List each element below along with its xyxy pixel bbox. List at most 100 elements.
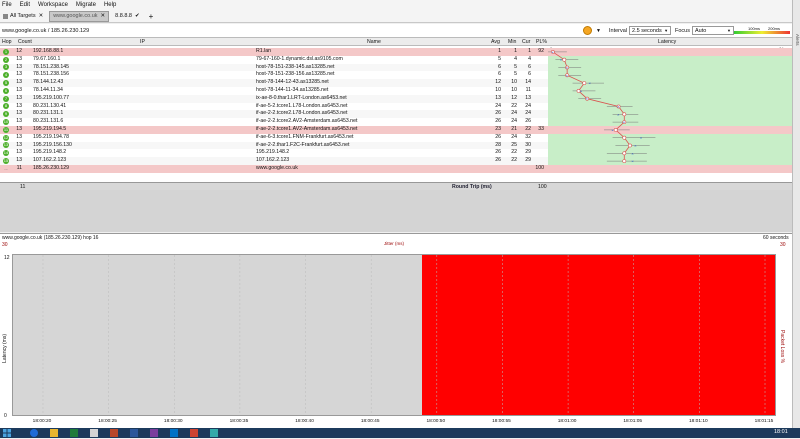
hop-ip: 195.219.156.130 xyxy=(33,141,72,148)
hop-count: 11 xyxy=(16,165,22,171)
col-name[interactable]: Name xyxy=(367,38,381,46)
alerts-sidebar[interactable]: Alerts xyxy=(792,0,800,428)
hop-count: 13 xyxy=(16,94,22,101)
hop-min: 21 xyxy=(511,126,517,132)
interval-select[interactable]: 2.5 seconds ▼ xyxy=(629,26,672,35)
col-avg[interactable]: Avg xyxy=(491,38,500,46)
onenote-icon[interactable] xyxy=(150,429,158,437)
hop-ip: 185.26.230.129 xyxy=(33,165,70,171)
col-latency[interactable]: Latency xyxy=(658,38,676,46)
tab-target-host-label: www.google.co.uk xyxy=(53,13,98,19)
hop-name: R1.lan xyxy=(256,48,271,54)
hop-min: 4 xyxy=(514,55,517,62)
table-row[interactable]: 6 13 78.144.11.34 host-78-144-11-34.as13285… xyxy=(0,87,548,95)
col-ip[interactable]: IP xyxy=(140,38,145,46)
table-row[interactable]: 2 13 79.67.160.1 79-67-160-1.dynamic.dsl.as… xyxy=(0,55,548,64)
hop-name: host-78-151-238-145.as13285.net xyxy=(256,63,335,70)
hop-pl: 92 xyxy=(538,48,544,54)
col-pl[interactable]: PL% xyxy=(536,38,547,46)
menu-workspace[interactable]: Workspace xyxy=(38,2,68,8)
hop-cur: 32 xyxy=(525,133,531,140)
hop-min: 25 xyxy=(511,141,517,148)
hop-count: 12 xyxy=(16,48,22,54)
app-icon-2[interactable] xyxy=(190,429,198,437)
plus-icon: + xyxy=(148,11,154,21)
left-top-value: 30 xyxy=(2,242,8,248)
table-row[interactable]: 3 13 78.151.238.145 host-78-151-238-145.as1… xyxy=(0,63,548,72)
table-row[interactable]: 7 13 195.219.100.77 ix-ae-8-0.thar1.LRT-Lon… xyxy=(0,94,548,103)
target-tab-bar: All Targets ✕ www.google.co.uk ✕ 8.8.8.8… xyxy=(0,10,792,23)
hop-pl: 33 xyxy=(538,126,544,132)
latency-scale-legend: 100ms 200ms xyxy=(734,26,790,35)
app-icon-3[interactable] xyxy=(210,429,218,437)
hop-number: 2 xyxy=(3,56,9,63)
powerpoint-icon[interactable] xyxy=(110,429,118,437)
menu-file[interactable]: File xyxy=(2,2,12,8)
history-title: www.google.co.uk (185.26.230.129) hop 16 xyxy=(2,235,99,241)
folder-icon[interactable] xyxy=(50,429,58,437)
hop-count: 13 xyxy=(16,87,22,93)
hop-ip: 78.151.238.156 xyxy=(33,71,70,78)
hop-ip: 195.219.194.5 xyxy=(33,126,67,132)
time-tick-label: 18:00:55 xyxy=(492,419,511,424)
outlook-icon[interactable] xyxy=(170,429,178,437)
hop-pl xyxy=(532,142,544,150)
hop-count: 13 xyxy=(16,71,22,78)
tab-target-host[interactable]: www.google.co.uk ✕ xyxy=(49,10,110,22)
menu-migrate[interactable]: Migrate xyxy=(76,2,96,8)
hop-table: Hop Count IP Name Avg Min Cur PL% Latenc… xyxy=(0,38,792,182)
menu-edit[interactable]: Edit xyxy=(20,2,30,8)
latency-point xyxy=(582,81,587,86)
menu-help[interactable]: Help xyxy=(104,2,116,8)
col-cur[interactable]: Cur xyxy=(522,38,530,46)
chevron-down-icon[interactable]: ▼ xyxy=(596,28,601,34)
table-row[interactable]: 11 13 195.219.194.5 if-ae-2-2.tcore1.AV2-Am… xyxy=(0,126,548,134)
hop-min: 12 xyxy=(511,94,517,101)
hop-count: 13 xyxy=(16,102,22,109)
jitter-label: Jitter (ms) xyxy=(384,241,404,246)
add-tab-button[interactable]: + xyxy=(146,11,157,22)
focus-select[interactable]: Auto ▼ xyxy=(691,26,734,35)
close-icon[interactable]: ✕ xyxy=(101,13,106,19)
hop-cur: 24 xyxy=(525,102,531,109)
word-icon[interactable] xyxy=(130,429,138,437)
col-min[interactable]: Min xyxy=(508,38,516,46)
hop-ip: 80.231.130.41 xyxy=(33,102,67,109)
hop-name: host-78-144-11-34.as13285.net xyxy=(256,87,329,93)
status-control[interactable]: ▼ xyxy=(583,26,601,35)
hop-name: www.google.co.uk xyxy=(256,165,298,171)
col-count[interactable]: Count xyxy=(18,38,32,46)
hop-ip: 192.168.88.1 xyxy=(33,48,64,54)
table-row[interactable]: 10 13 80.231.131.6 if-ae-2-2.tcore2.AV2-Ams… xyxy=(0,118,548,126)
history-plot[interactable] xyxy=(12,254,776,416)
hop-pl xyxy=(532,149,544,157)
table-row[interactable]: 9 13 80.231.131.1 if-ae-2-2.tcore2.L78-Lond… xyxy=(0,110,548,119)
summary-row: 11 Round Trip (ms) 100 xyxy=(0,182,792,190)
table-row[interactable]: 12 13 195.219.194.78 if-ae-6-3.tcore1.FNM-F… xyxy=(0,133,548,142)
hop-avg: 26 xyxy=(495,149,501,156)
tab-ip[interactable]: 8.8.8.8 ✔ xyxy=(112,11,142,22)
col-hop[interactable]: Hop xyxy=(2,38,12,46)
hop-name: if-ae-6-3.tcore1.FNM-Frankfurt.as6453.ne… xyxy=(256,133,354,140)
hop-pl xyxy=(532,79,544,87)
table-row[interactable]: 1 12 192.168.88.1 R1.lan 1 1 1 92 xyxy=(0,48,548,56)
table-row[interactable]: 4 13 78.151.238.156 host-78-151-238-156.as1… xyxy=(0,71,548,80)
ie-icon[interactable] xyxy=(30,429,38,437)
table-row[interactable]: 13 13 195.219.156.130 if-ae-2-2.thar1.F2C-F… xyxy=(0,141,548,150)
hop-count: 13 xyxy=(16,118,22,125)
smiley-icon[interactable] xyxy=(583,26,592,35)
table-row[interactable]: 8 13 80.231.130.41 if-ae-5-2.tcore1.L78-Lon… xyxy=(0,102,548,111)
hop-cur: 29 xyxy=(525,149,531,156)
hop-cur: 14 xyxy=(525,79,531,86)
tab-all-targets[interactable]: All Targets ✕ xyxy=(0,11,46,22)
close-icon[interactable]: ✕ xyxy=(39,13,44,19)
hop-pl xyxy=(532,95,544,103)
hop-min xyxy=(503,165,517,173)
table-row[interactable]: ... 11 185.26.230.129 www.google.co.uk 100 xyxy=(0,165,548,173)
app-icon[interactable] xyxy=(90,429,98,437)
excel-icon[interactable] xyxy=(70,429,78,437)
table-row[interactable]: 15 13 107.162.2.123 107.162.2.123 26 22 29 xyxy=(0,157,548,165)
windows-start-icon[interactable] xyxy=(3,429,11,437)
table-row[interactable]: 5 13 78.144.12.43 host-78-144-12-43.as13285… xyxy=(0,79,548,87)
table-row[interactable]: 14 13 195.219.148.2 195.219.148.2 26 22 29 xyxy=(0,149,548,158)
